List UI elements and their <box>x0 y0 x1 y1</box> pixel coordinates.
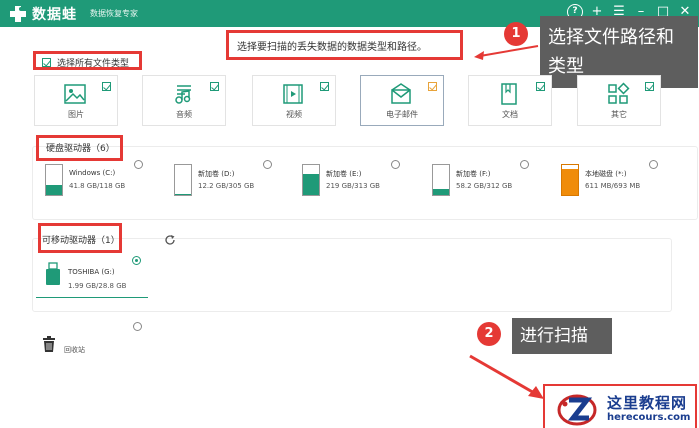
removable-drive-item[interactable]: TOSHIBA (G:) 1.99 GB/28.8 GB <box>36 256 148 298</box>
step-2-tip: 进行扫描 <box>512 318 612 354</box>
hard-drive-item[interactable]: 新加卷 (D:) 12.2 GB/305 GB <box>174 164 294 204</box>
select-all-label: 选择所有文件类型 <box>57 59 130 69</box>
disk-icon <box>45 164 63 196</box>
hard-drive-radio[interactable] <box>263 160 272 169</box>
hard-drive-name: Windows (C:) <box>69 169 116 177</box>
watermark-logo-icon <box>557 394 597 426</box>
file-type-image-label: 图片 <box>68 110 84 119</box>
disk-usage-fill <box>175 193 191 195</box>
file-type-document[interactable]: 文档 <box>468 75 552 126</box>
arrow-icon <box>474 45 539 60</box>
frog-logo-icon <box>8 5 28 23</box>
document-icon <box>501 83 517 105</box>
audio-checkbox[interactable] <box>210 82 219 91</box>
disk-usage-fill <box>303 174 319 195</box>
disk-icon <box>174 164 192 196</box>
hard-drive-size: 12.2 GB/305 GB <box>198 182 255 190</box>
file-type-video[interactable]: 视频 <box>252 75 336 126</box>
step-1-badge: 1 <box>504 22 528 46</box>
document-checkbox[interactable] <box>536 82 545 91</box>
disk-icon <box>302 164 320 196</box>
removable-drive-section-label: 可移动驱动器（1） <box>42 236 120 246</box>
file-type-other[interactable]: 其它 <box>577 75 661 126</box>
hard-drive-radio[interactable] <box>134 160 143 169</box>
hard-drive-item[interactable]: 本地磁盘 (*:) 611 MB/693 MB <box>561 164 681 204</box>
image-icon <box>64 84 86 104</box>
hard-drive-size: 611 MB/693 MB <box>585 182 641 190</box>
video-checkbox[interactable] <box>320 82 329 91</box>
file-type-audio-label: 音频 <box>176 110 192 119</box>
app-subtitle: 数据恢复专家 <box>90 9 138 18</box>
file-type-email-label: 电子邮件 <box>386 110 418 119</box>
hard-drive-name: 新加卷 (F:) <box>456 170 491 178</box>
checkbox-icon[interactable] <box>42 58 51 67</box>
step-1-tip-line-1: 选择文件路径和 <box>548 27 674 48</box>
app-name: 数据蛙 <box>32 7 77 23</box>
file-type-audio[interactable]: 音频 <box>142 75 226 126</box>
file-type-email[interactable]: 电子邮件 <box>360 75 444 126</box>
email-icon <box>391 83 411 104</box>
hard-drive-item[interactable]: Windows (C:) 41.8 GB/118 GB <box>45 164 165 204</box>
video-icon <box>283 84 303 104</box>
recycle-bin-radio[interactable] <box>133 322 142 331</box>
disk-usage-fill <box>433 189 449 195</box>
usb-drive-icon <box>46 262 60 285</box>
select-all-checkbox[interactable]: 选择所有文件类型 <box>42 56 129 69</box>
hard-drive-name: 新加卷 (E:) <box>326 170 362 178</box>
hard-drive-item[interactable]: 新加卷 (E:) 219 GB/313 GB <box>302 164 422 204</box>
hard-drive-name: 新加卷 (D:) <box>198 170 235 178</box>
trash-icon[interactable] <box>42 336 56 352</box>
refresh-icon[interactable] <box>164 234 176 246</box>
disk-icon <box>432 164 450 196</box>
watermark-title: 这里教程网 <box>607 394 688 412</box>
disk-usage-fill <box>562 168 578 195</box>
recycle-bin-label: 回收站 <box>64 346 85 354</box>
file-type-other-label: 其它 <box>611 110 627 119</box>
hard-drive-size: 41.8 GB/118 GB <box>69 182 126 190</box>
hard-drive-size: 58.2 GB/312 GB <box>456 182 513 190</box>
app-logo: 数据蛙 <box>8 4 77 24</box>
watermark: 这里教程网 herecours.com <box>543 384 697 428</box>
file-type-video-label: 视频 <box>286 110 302 119</box>
image-checkbox[interactable] <box>102 82 111 91</box>
hard-drive-radio[interactable] <box>391 160 400 169</box>
email-checkbox[interactable] <box>428 82 437 91</box>
step-2-badge: 2 <box>477 322 501 346</box>
hard-drive-name: 本地磁盘 (*:) <box>585 170 627 178</box>
watermark-url: herecours.com <box>607 412 691 423</box>
arrow-icon <box>469 354 544 399</box>
hard-drive-radio[interactable] <box>649 160 658 169</box>
hard-drive-section-label: 硬盘驱动器（6） <box>46 144 115 154</box>
other-checkbox[interactable] <box>645 82 654 91</box>
file-type-image[interactable]: 图片 <box>34 75 118 126</box>
disk-usage-fill <box>46 184 62 195</box>
removable-drive-name: TOSHIBA (G:) <box>68 268 115 276</box>
music-icon <box>175 85 191 104</box>
file-type-document-label: 文档 <box>502 110 518 119</box>
disk-icon <box>561 164 579 196</box>
other-icon <box>608 82 630 104</box>
hint-text: 选择要扫描的丢失数据的数据类型和路径。 <box>237 42 427 53</box>
hard-drive-size: 219 GB/313 GB <box>326 182 380 190</box>
hard-drive-radio[interactable] <box>520 160 529 169</box>
removable-drive-size: 1.99 GB/28.8 GB <box>68 282 127 290</box>
removable-drive-radio[interactable] <box>132 256 141 265</box>
hard-drive-item[interactable]: 新加卷 (F:) 58.2 GB/312 GB <box>432 164 552 204</box>
